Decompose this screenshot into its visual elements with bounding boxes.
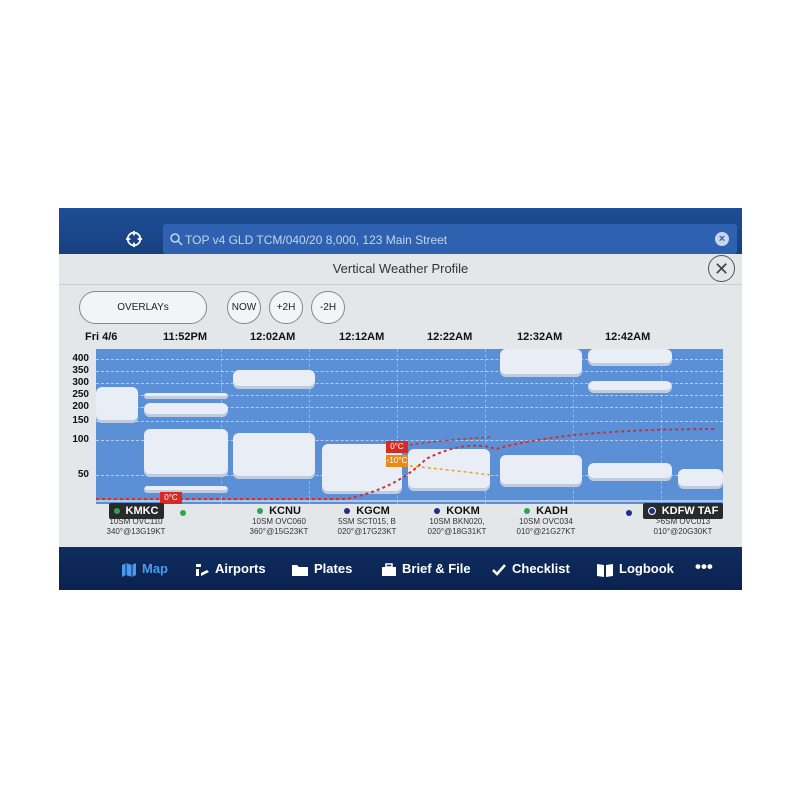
folder-icon [292,564,308,576]
station-wind: 010°@21G27KT [516,527,576,536]
station-id: KCNU [269,505,301,517]
nav-airports[interactable]: Airports [194,561,266,578]
station-kadh[interactable]: KADH 10SM OVC034 010°@21G27KT [501,505,591,537]
freezing-temp-marker: 0°C [160,492,182,504]
station-dot[interactable] [180,507,192,517]
briefcase-icon [382,562,396,576]
search-icon [170,233,183,246]
nav-label: Plates [314,561,353,576]
more-menu-button[interactable]: ••• [695,557,713,577]
station-status-dot [434,508,441,515]
nav-brief-and-file[interactable]: Brief & File [381,561,471,578]
app-window: TOP v4 GLD TCM/040/20 8,000, 123 Main St… [59,208,742,590]
nav-checklist[interactable]: Checklist [491,561,570,578]
station-id: KDFW TAF [661,505,719,517]
station-status-dot [344,508,351,515]
crosshair-icon[interactable] [125,230,143,248]
station-wind: 340°@13G19KT [106,527,166,536]
minus-ten-temp-marker: -10°C [386,455,408,467]
station-metar: 10SM OVC110 [109,517,163,526]
plus-2h-button[interactable]: +2H [269,291,303,324]
station-wind: 010°@20G30KT [653,527,713,536]
route-search-input[interactable]: TOP v4 GLD TCM/040/20 8,000, 123 Main St… [163,224,737,254]
station-status-dot [180,509,186,516]
altitude-label: 400 [72,353,89,364]
station-id: KOKM [446,505,480,517]
station-kdfw[interactable]: KDFW TAF >6SM OVC013 010°@20G30KT [642,503,724,537]
altitude-label: 50 [77,469,89,480]
checkmark-icon [492,563,506,576]
altitude-label: 100 [72,434,89,445]
clear-search-icon[interactable]: × [715,232,729,246]
search-query: TOP v4 GLD TCM/040/20 8,000, 123 Main St… [185,233,448,247]
map-icon [122,562,136,577]
altitude-label: 200 [72,401,89,412]
station-status-dot [113,508,120,515]
nav-label: Map [142,561,168,576]
altitude-label: 250 [72,389,89,400]
now-button[interactable]: NOW [227,291,261,324]
freezing-level-line [96,428,723,502]
freezing-temp-marker: 0°C [386,441,408,453]
nav-label: Brief & File [402,561,471,576]
stations-row: KMKC 10SM OVC110 340°@13G19KT KCNU 10SM … [96,503,724,547]
station-wind: 020°@18G31KT [427,527,487,536]
time-label: 12:22AM [427,331,473,343]
station-status-dot [257,508,264,515]
station-id: KMKC [125,505,159,517]
time-label: 12:42AM [605,331,651,343]
station-metar: 10SM OVC034 [519,517,573,526]
nav-label: Checklist [512,561,570,576]
station-kmkc[interactable]: KMKC 10SM OVC110 340°@13G19KT [96,503,176,537]
nav-label: Logbook [619,561,674,576]
altitude-label: 350 [72,365,89,376]
time-label: 12:12AM [339,331,385,343]
bottom-nav: Map Airports Plates Brief & File Checkli… [59,547,742,590]
altitude-label: 300 [72,377,89,388]
nav-map[interactable]: Map [121,561,168,578]
station-status-dot [647,507,656,516]
nav-label: Airports [215,561,266,576]
minus-2h-button[interactable]: -2H [311,291,345,324]
time-label: 12:32AM [517,331,563,343]
panel-title: Vertical Weather Profile [59,254,742,285]
station-metar: 10SM OVC060 [252,517,306,526]
station-status-dot [626,509,632,516]
station-kgcm[interactable]: KGCM 5SM SCT015, B 020°@17G23KT [322,505,412,537]
top-bar: TOP v4 GLD TCM/040/20 8,000, 123 Main St… [59,208,742,254]
station-id: KGCM [356,505,390,517]
station-status-dot [524,508,531,515]
station-id: KADH [536,505,568,517]
date-label: Fri 4/6 [85,331,118,343]
overlays-button[interactable]: OVERLAYs [79,291,207,324]
time-label: 11:52PM [163,331,208,343]
station-metar: 10SM BKN020, [429,517,485,526]
station-dot[interactable] [626,507,638,517]
vertical-profile-chart[interactable]: 0°C -10°C 0°C [96,349,723,504]
altitude-label: 150 [72,415,89,426]
nav-plates[interactable]: Plates [291,561,352,578]
time-label: 12:02AM [250,331,296,343]
book-icon [597,563,613,577]
nav-logbook[interactable]: Logbook [596,561,674,578]
station-kokm[interactable]: KOKM 10SM BKN020, 020°@18G31KT [412,505,502,537]
station-wind: 020°@17G23KT [337,527,397,536]
station-metar: 5SM SCT015, B [338,517,396,526]
airports-icon [196,563,209,576]
close-button[interactable]: ✕ [708,255,735,282]
station-kcnu[interactable]: KCNU 10SM OVC060 360°@15G23KT [234,505,324,537]
station-wind: 360°@15G23KT [249,527,309,536]
